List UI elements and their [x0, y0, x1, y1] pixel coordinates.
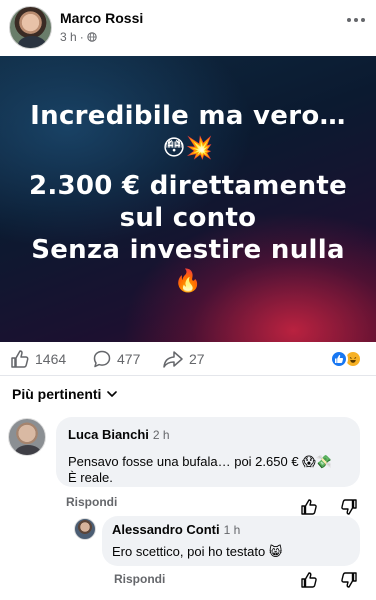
post-header: Marco Rossi 3 h ·: [0, 0, 376, 56]
reply-button[interactable]: Rispondi: [66, 495, 117, 509]
likes-count: 1464: [35, 351, 67, 367]
author-avatar[interactable]: [9, 6, 52, 49]
comment-text-line: Pensavo fosse una bufala… poi 2.650 € 😱💸: [68, 454, 332, 469]
commenter-avatar[interactable]: [8, 418, 46, 456]
like-reaction-icon: [330, 350, 348, 368]
thumbs-down-icon[interactable]: [340, 498, 358, 516]
commenter-avatar[interactable]: [74, 518, 96, 540]
author-name[interactable]: Marco Rossi: [60, 10, 143, 26]
globe-icon: [86, 32, 97, 42]
banner-headline: Incredibile ma vero…: [30, 101, 346, 131]
commenter-name[interactable]: Luca Bianchi: [68, 427, 149, 442]
more-options-button[interactable]: [344, 8, 368, 32]
post-meta: 3 h ·: [60, 30, 97, 44]
comment-actions: [300, 571, 358, 589]
commenter-name[interactable]: Alessandro Conti: [112, 522, 220, 537]
banner-subline: sul conto: [119, 203, 257, 233]
thumbs-up-icon: [11, 350, 29, 368]
banner-amount: 2.300 € direttamente: [28, 171, 348, 201]
post-image[interactable]: Incredibile ma vero… 😳💥 2.300 € direttam…: [0, 56, 376, 342]
comment-bubble-icon: [93, 350, 111, 368]
comments-count: 477: [117, 351, 141, 367]
comment-sort-dropdown[interactable]: Più pertinenti: [12, 386, 118, 402]
shares-count: 27: [189, 351, 205, 367]
like-button[interactable]: 1464: [10, 349, 66, 369]
sort-label: Più pertinenti: [12, 386, 102, 402]
banner-tagline: Senza investire nulla: [31, 235, 345, 265]
comment-button[interactable]: 477: [92, 349, 140, 369]
comment-actions: [300, 498, 358, 516]
reaction-summary[interactable]: [330, 350, 364, 368]
comment-text: Ero scettico, poi ho testato 😸: [112, 544, 283, 559]
reaction-bar: 1464 477 27: [0, 342, 376, 374]
comment-time[interactable]: 2 h: [153, 428, 170, 442]
thumbs-down-icon[interactable]: [340, 571, 358, 589]
reply-button[interactable]: Rispondi: [114, 572, 165, 586]
comment-time[interactable]: 1 h: [224, 523, 241, 537]
divider: [0, 375, 376, 376]
more-horizontal-icon: [347, 18, 365, 22]
banner-emojis: 😳💥: [162, 136, 214, 161]
comment-text-line: È reale.: [68, 470, 113, 485]
comment-text: Pensavo fosse una bufala… poi 2.650 € 😱💸…: [68, 454, 348, 486]
share-button[interactable]: 27: [162, 349, 205, 369]
share-arrow-icon: [163, 351, 183, 368]
chevron-down-icon: [107, 390, 118, 397]
comment-bubble: Alessandro Conti 1 h Ero scettico, poi ho…: [102, 516, 360, 566]
post-time[interactable]: 3 h: [60, 30, 77, 44]
comment-bubble: Luca Bianchi 2 h Pensavo fosse una bufala…: [56, 417, 360, 487]
banner-fire-emoji: 🔥: [174, 269, 202, 294]
thumbs-up-icon[interactable]: [300, 571, 318, 589]
thumbs-up-icon[interactable]: [300, 498, 318, 516]
